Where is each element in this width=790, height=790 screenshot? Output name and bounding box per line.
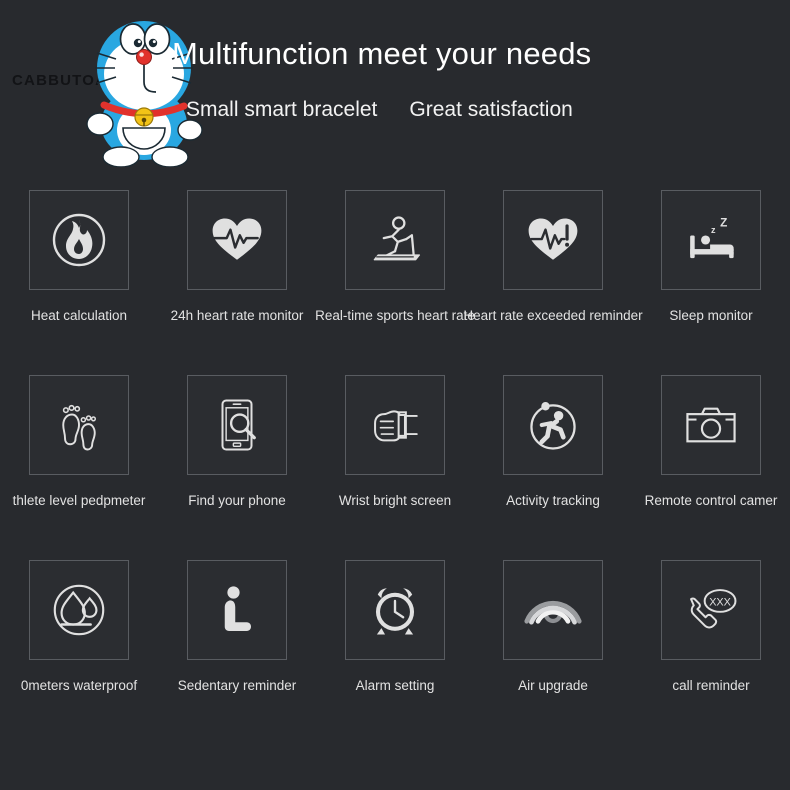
svg-text:XXX: XXX: [709, 596, 731, 608]
feature-cell-alarm-setting[interactable]: Alarm setting: [316, 560, 474, 745]
sitting-person-icon: [187, 560, 287, 660]
alarm-clock-icon: [345, 560, 445, 660]
feature-cell-wrist-bright-screen[interactable]: Wrist bright screen: [316, 375, 474, 560]
feature-cell-air-upgrade[interactable]: Air upgrade: [474, 560, 632, 745]
subtitle-left: Small smart bracelet: [186, 98, 378, 121]
feature-cell-heart-rate-exceeded-reminder[interactable]: Heart rate exceeded reminder: [463, 190, 643, 375]
feature-label: call reminder: [672, 678, 750, 693]
feature-cell-sedentary-reminder[interactable]: Sedentary reminder: [158, 560, 316, 745]
feature-label: Heart rate exceeded reminder: [463, 308, 643, 323]
runner-circle-icon: [503, 375, 603, 475]
subtitle-right: Great satisfaction: [409, 98, 573, 121]
bed-sleep-icon: Z z: [661, 190, 761, 290]
feature-row: Heat calculation 24h heart rate monitor: [0, 190, 790, 375]
feature-label: Remote control camer: [644, 493, 778, 508]
heart-pulse-icon: [187, 190, 287, 290]
feature-label: 0meters waterproof: [20, 678, 138, 693]
page-header: CABBUTOA Multifunction meet your needs S…: [0, 0, 790, 180]
feature-cell-24h-heart-rate-monitor[interactable]: 24h heart rate monitor: [158, 190, 316, 375]
feature-label: Real-time sports heart rate: [315, 308, 475, 323]
waterdrop-circle-icon: [29, 560, 129, 660]
feature-cell-activity-tracking[interactable]: Activity tracking: [474, 375, 632, 560]
feature-cell-heat-calculation[interactable]: Heat calculation: [0, 190, 158, 375]
heart-alert-icon: [503, 190, 603, 290]
feature-label: thlete level pedpmeter: [12, 493, 146, 508]
feature-cell-find-your-phone[interactable]: Find your phone: [158, 375, 316, 560]
feature-cell-waterproof[interactable]: 0meters waterproof: [0, 560, 158, 745]
feature-grid: Heat calculation 24h heart rate monitor: [0, 190, 790, 745]
feature-label: Alarm setting: [355, 678, 435, 693]
svg-text:Z: Z: [720, 216, 727, 229]
feature-label: Activity tracking: [506, 493, 600, 508]
feature-label: Heat calculation: [30, 308, 128, 323]
feature-row: 0meters waterproof Sedentary reminder Al…: [0, 560, 790, 745]
wireless-waves-icon: [503, 560, 603, 660]
feature-row: thlete level pedpmeter Find your phone W…: [0, 375, 790, 560]
phone-search-icon: [187, 375, 287, 475]
wrist-fist-icon: [345, 375, 445, 475]
feature-cell-sleep-monitor[interactable]: Z z Sleep monitor: [632, 190, 790, 375]
svg-text:z: z: [711, 225, 716, 235]
feature-cell-remote-control-camera[interactable]: Remote control camer: [632, 375, 790, 560]
feature-cell-call-reminder[interactable]: XXX call reminder: [632, 560, 790, 745]
camera-icon: [661, 375, 761, 475]
feature-label: Wrist bright screen: [338, 493, 452, 508]
feature-label: Sedentary reminder: [177, 678, 297, 693]
phone-call-xxx-icon: XXX: [661, 560, 761, 660]
page-subtitle: Small smart bracelet Great satisfaction: [186, 98, 573, 122]
feature-label: Sleep monitor: [669, 308, 753, 323]
feature-cell-realtime-sports-heart-rate[interactable]: Real-time sports heart rate: [315, 190, 475, 375]
feature-label: Find your phone: [188, 493, 286, 508]
feature-label: Air upgrade: [518, 678, 588, 693]
flame-circle-icon: [29, 190, 129, 290]
page-title: Multifunction meet your needs: [172, 36, 592, 71]
treadmill-runner-icon: [345, 190, 445, 290]
feature-label: 24h heart rate monitor: [170, 308, 304, 323]
footprints-icon: [29, 375, 129, 475]
feature-cell-athlete-level-pedpmeter[interactable]: thlete level pedpmeter: [0, 375, 158, 560]
